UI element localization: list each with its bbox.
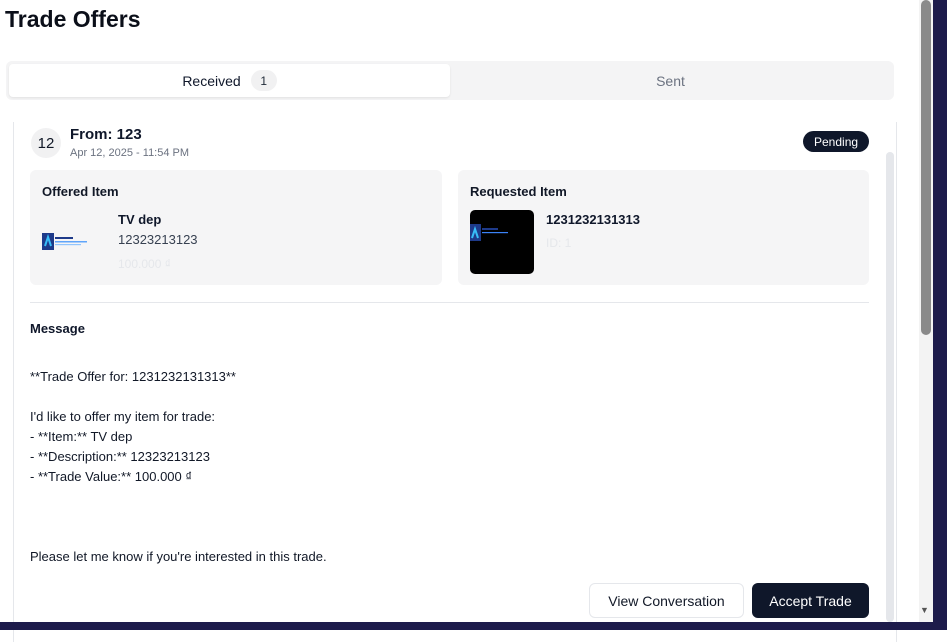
card-scrollbar[interactable] bbox=[886, 152, 894, 622]
window-frame-right bbox=[933, 0, 947, 630]
avatar: 12 bbox=[31, 128, 61, 158]
message-line: - **Item:** TV dep bbox=[30, 429, 133, 444]
requested-item-heading: Requested Item bbox=[470, 184, 567, 199]
requested-item-panel: Requested Item 1231232131313 ID: 1 bbox=[458, 170, 869, 285]
page-title: Trade Offers bbox=[5, 6, 141, 32]
accept-trade-button[interactable]: Accept Trade bbox=[752, 583, 869, 618]
tab-received[interactable]: Received 1 bbox=[9, 64, 450, 97]
message-heading: Message bbox=[30, 321, 85, 336]
message-line: - **Description:** 12323213123 bbox=[30, 449, 210, 464]
section-divider bbox=[30, 302, 869, 303]
brand-logo-icon bbox=[470, 224, 508, 241]
tab-received-label: Received bbox=[182, 72, 241, 89]
offered-item-heading: Offered Item bbox=[42, 184, 119, 199]
offer-date: Apr 12, 2025 - 11:54 PM bbox=[70, 147, 190, 159]
status-badge: Pending bbox=[803, 131, 870, 152]
offered-item-panel: Offered Item TV dep 12323213123 100.000 … bbox=[30, 170, 442, 285]
scroll-down-arrow-icon[interactable]: ▼ bbox=[920, 605, 929, 615]
received-count-badge: 1 bbox=[250, 70, 277, 91]
window-frame-bottom bbox=[0, 622, 947, 630]
offered-item-name: TV dep bbox=[118, 212, 162, 227]
offered-item-value: 100.000 ₫ bbox=[118, 257, 171, 271]
message-line: I'd like to offer my item for trade: bbox=[30, 409, 216, 424]
offer-sender: From: 123 bbox=[70, 126, 142, 143]
requested-item-image bbox=[470, 210, 534, 274]
message-line: - **Trade Value:** 100.000 ₫ bbox=[30, 469, 193, 484]
trade-tabs: Received 1 Sent bbox=[6, 61, 894, 100]
brand-logo-icon bbox=[42, 233, 87, 250]
window-scrollbar-thumb[interactable] bbox=[921, 0, 931, 335]
message-line: Please let me know if you're interested … bbox=[30, 549, 327, 564]
message-line: **Trade Offer for: 1231232131313** bbox=[30, 369, 236, 384]
tab-sent-label: Sent bbox=[656, 72, 685, 89]
view-conversation-button[interactable]: View Conversation bbox=[589, 583, 744, 618]
tab-sent[interactable]: Sent bbox=[450, 64, 891, 97]
offered-item-image bbox=[42, 210, 106, 274]
requested-item-name: 1231232131313 bbox=[546, 212, 640, 227]
requested-item-id: ID: 1 bbox=[546, 236, 572, 250]
offered-item-description: 12323213123 bbox=[118, 232, 198, 247]
